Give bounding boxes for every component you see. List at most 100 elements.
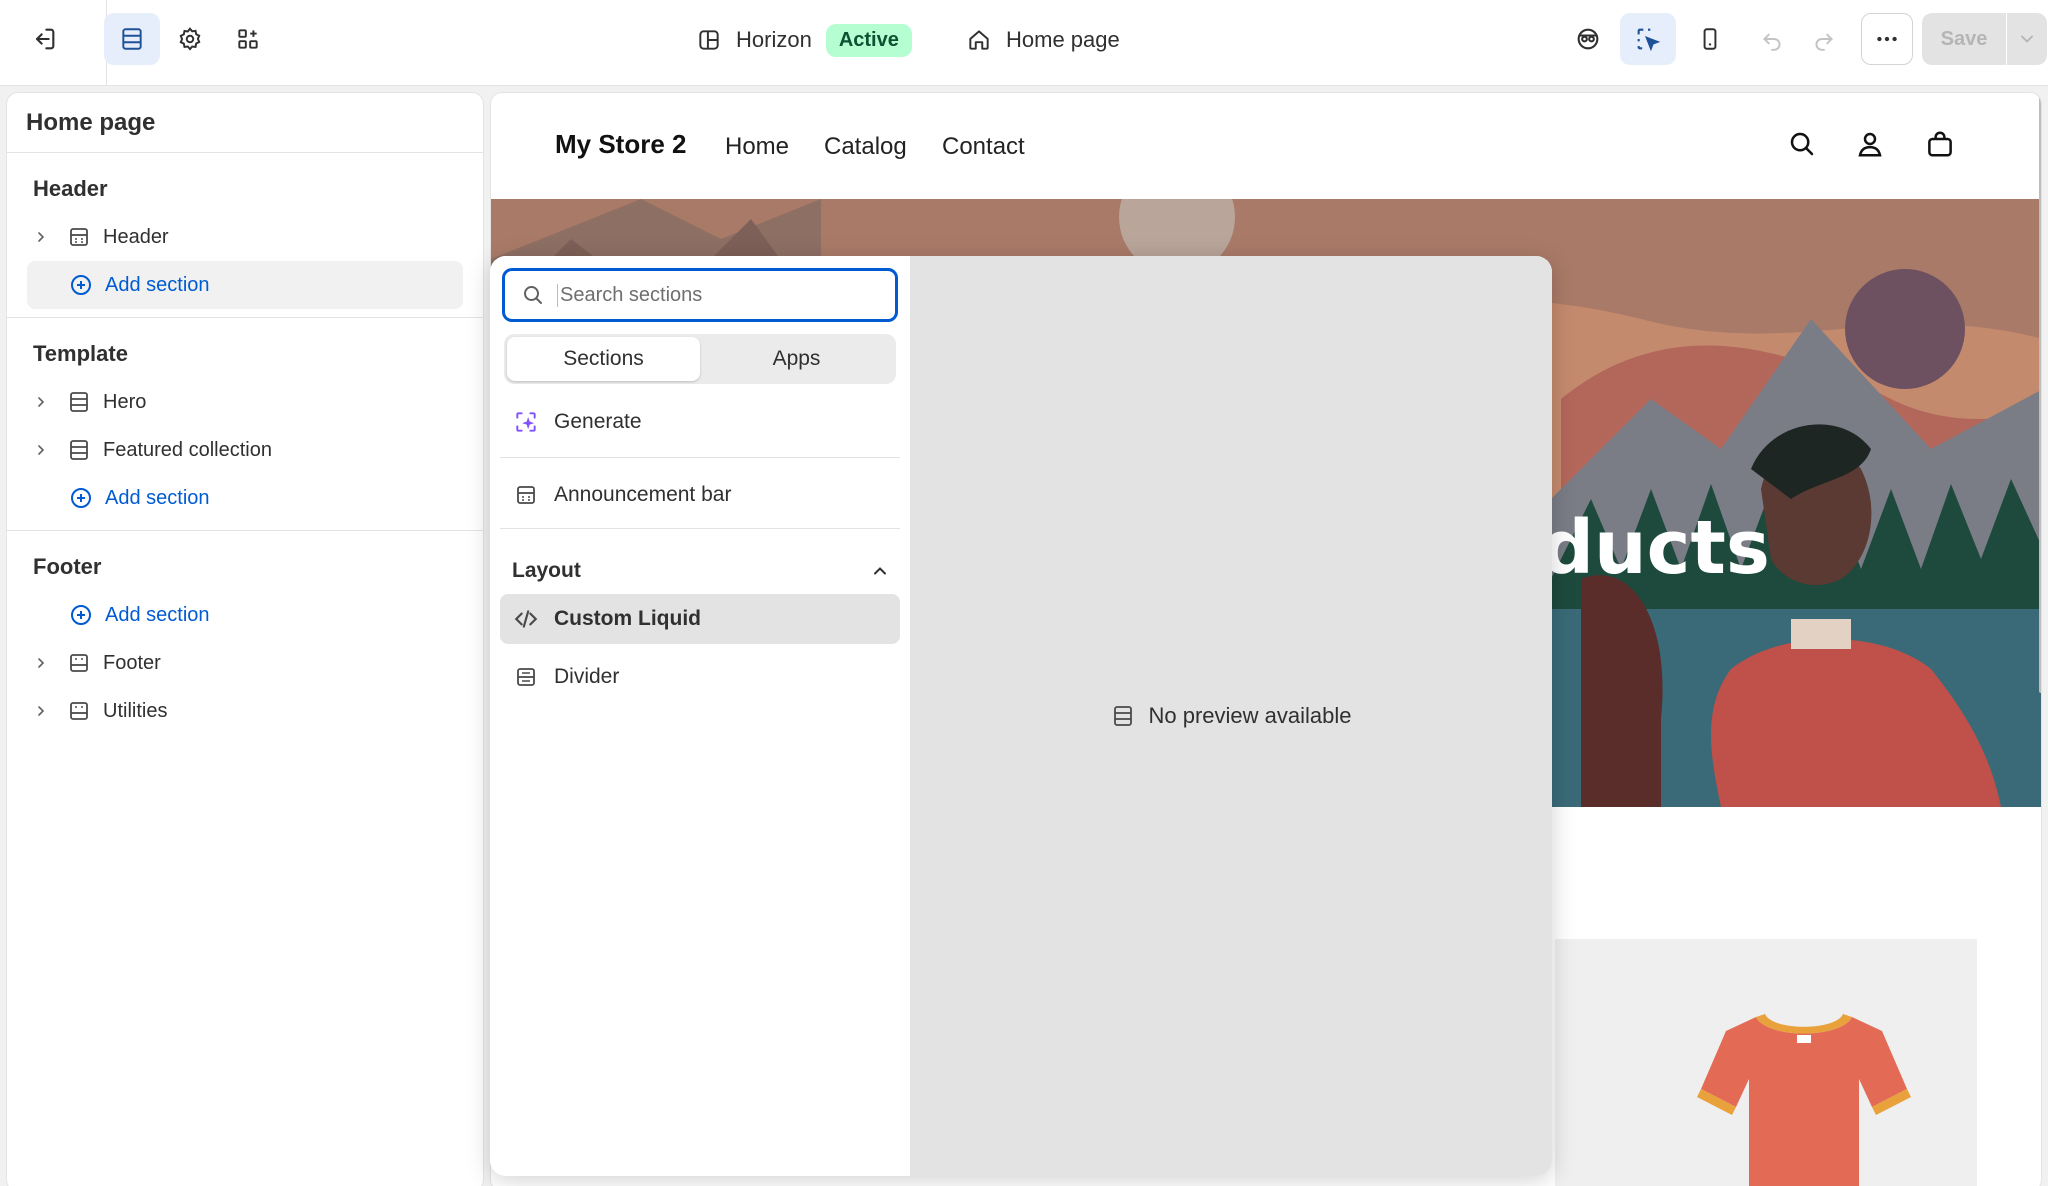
mobile-view-button[interactable] (1682, 13, 1738, 65)
add-section-footer-button[interactable]: Add section (27, 591, 463, 639)
nav-link-home[interactable]: Home (725, 133, 789, 161)
header-section-icon (517, 486, 535, 504)
code-icon (514, 610, 538, 628)
sidebar-item-label: Featured collection (103, 438, 272, 461)
sidebar-group-header: Header Header Add section (7, 153, 483, 318)
theme-settings-button[interactable] (162, 13, 218, 65)
sidebar-title: Home page (7, 93, 483, 153)
sidebar-group-title: Template (33, 341, 128, 366)
exit-button[interactable] (16, 13, 72, 65)
redo-icon (1815, 33, 1833, 51)
plus-circle-icon (71, 275, 91, 295)
sidebar-item-label: Hero (103, 390, 147, 413)
top-bar: Horizon Active Home page Save (0, 0, 2048, 86)
add-section-label: Add section (105, 603, 210, 626)
sidebar-item-label: Header (103, 225, 169, 248)
pointer-select-icon (1637, 28, 1661, 52)
theme-selector[interactable]: Horizon Active (696, 0, 912, 80)
section-sidebar: Home page Header Header Add section Temp… (6, 92, 484, 1186)
status-badge: Active (825, 23, 912, 57)
sidebar-group-title: Header (33, 176, 108, 201)
sidebar-item-footer[interactable]: Footer (7, 639, 483, 687)
add-section-popover: Sections Apps Generate Announcement bar … (490, 256, 1552, 1176)
category-layout-toggle[interactable]: Layout (512, 546, 890, 596)
sidebar-group-title: Footer (33, 554, 102, 579)
plus-circle-icon (71, 605, 91, 625)
chevron-right-icon[interactable] (33, 229, 49, 245)
nav-link-catalog[interactable]: Catalog (824, 133, 907, 161)
store-header: My Store 2 Home Catalog Contact (491, 93, 2041, 199)
sidebar-group-footer: Footer Add section Footer Utilities (7, 531, 483, 743)
save-options-button[interactable] (2007, 13, 2047, 65)
chevron-right-icon[interactable] (33, 394, 49, 410)
apps-icon (238, 29, 258, 49)
add-section-template-button[interactable]: Add section (27, 474, 463, 522)
tab-apps[interactable]: Apps (700, 337, 893, 381)
divider-section-icon (517, 668, 535, 686)
sidebar-item-header[interactable]: Header (7, 213, 483, 261)
section-option-divider[interactable]: Divider (500, 652, 900, 702)
more-horizontal-icon (1877, 36, 1897, 42)
divider-line (500, 457, 900, 458)
section-icon (70, 392, 88, 412)
inspector-button[interactable] (1560, 13, 1616, 65)
footer-section-icon (70, 654, 88, 672)
search-icon (524, 286, 542, 304)
page-selector[interactable]: Home page (966, 0, 1120, 80)
divider-line (500, 528, 900, 529)
gear-icon (179, 27, 201, 51)
undo-icon (1763, 33, 1781, 51)
search-field[interactable] (502, 268, 898, 322)
sections-button[interactable] (104, 13, 160, 65)
tshirt-image (1697, 1014, 1911, 1186)
chevron-right-icon[interactable] (33, 703, 49, 719)
chevron-up-icon (874, 567, 886, 575)
select-tool-button[interactable] (1620, 13, 1676, 65)
store-logo[interactable]: My Store 2 (555, 129, 687, 160)
sections-icon (122, 28, 142, 50)
page-name: Home page (1006, 27, 1120, 52)
sidebar-item-featured-collection[interactable]: Featured collection (7, 426, 483, 474)
category-label: Layout (512, 559, 581, 582)
inspector-icon (1577, 28, 1599, 50)
section-option-announcement-bar[interactable]: Announcement bar (500, 470, 900, 520)
section-option-custom-liquid[interactable]: Custom Liquid (500, 594, 900, 644)
sparkle-generate-icon (516, 412, 536, 432)
hero-heading: ducts (1541, 505, 1770, 591)
account-icon[interactable] (1855, 129, 1885, 159)
sidebar-item-hero[interactable]: Hero (7, 378, 483, 426)
sidebar-item-label: Footer (103, 651, 161, 674)
section-option-label: Divider (554, 665, 620, 688)
nav-link-contact[interactable]: Contact (942, 133, 1025, 161)
add-section-label: Add section (105, 486, 210, 509)
section-preview-pane: No preview available (910, 256, 1552, 1176)
theme-name: Horizon (736, 27, 812, 52)
add-section-header-button[interactable]: Add section (27, 261, 463, 309)
undo-button[interactable] (1744, 13, 1800, 65)
product-card[interactable] (1631, 939, 1977, 1186)
section-option-label: Custom Liquid (554, 607, 701, 630)
chevron-right-icon[interactable] (33, 655, 49, 671)
more-actions-button[interactable] (1861, 13, 1913, 65)
section-icon (70, 440, 88, 460)
section-icon (1113, 706, 1132, 726)
app-embeds-button[interactable] (220, 13, 276, 65)
generate-section-item[interactable]: Generate (500, 397, 900, 447)
preview-scrollbar[interactable] (2039, 93, 2041, 693)
redo-button[interactable] (1796, 13, 1852, 65)
sidebar-item-label: Utilities (103, 699, 168, 722)
search-input[interactable] (557, 283, 877, 307)
header-section-icon (70, 228, 88, 246)
plus-circle-icon (71, 488, 91, 508)
generate-label: Generate (554, 410, 642, 433)
save-button[interactable]: Save (1922, 13, 2006, 65)
sidebar-item-utilities[interactable]: Utilities (7, 687, 483, 735)
cart-icon[interactable] (1925, 129, 1955, 159)
tab-sections[interactable]: Sections (507, 337, 700, 381)
picker-tabs: Sections Apps (504, 334, 896, 384)
search-icon[interactable] (1787, 129, 1817, 159)
chevron-right-icon[interactable] (33, 442, 49, 458)
mobile-icon (1703, 28, 1717, 50)
section-option-label: Announcement bar (554, 483, 732, 506)
add-section-label: Add section (105, 273, 210, 296)
